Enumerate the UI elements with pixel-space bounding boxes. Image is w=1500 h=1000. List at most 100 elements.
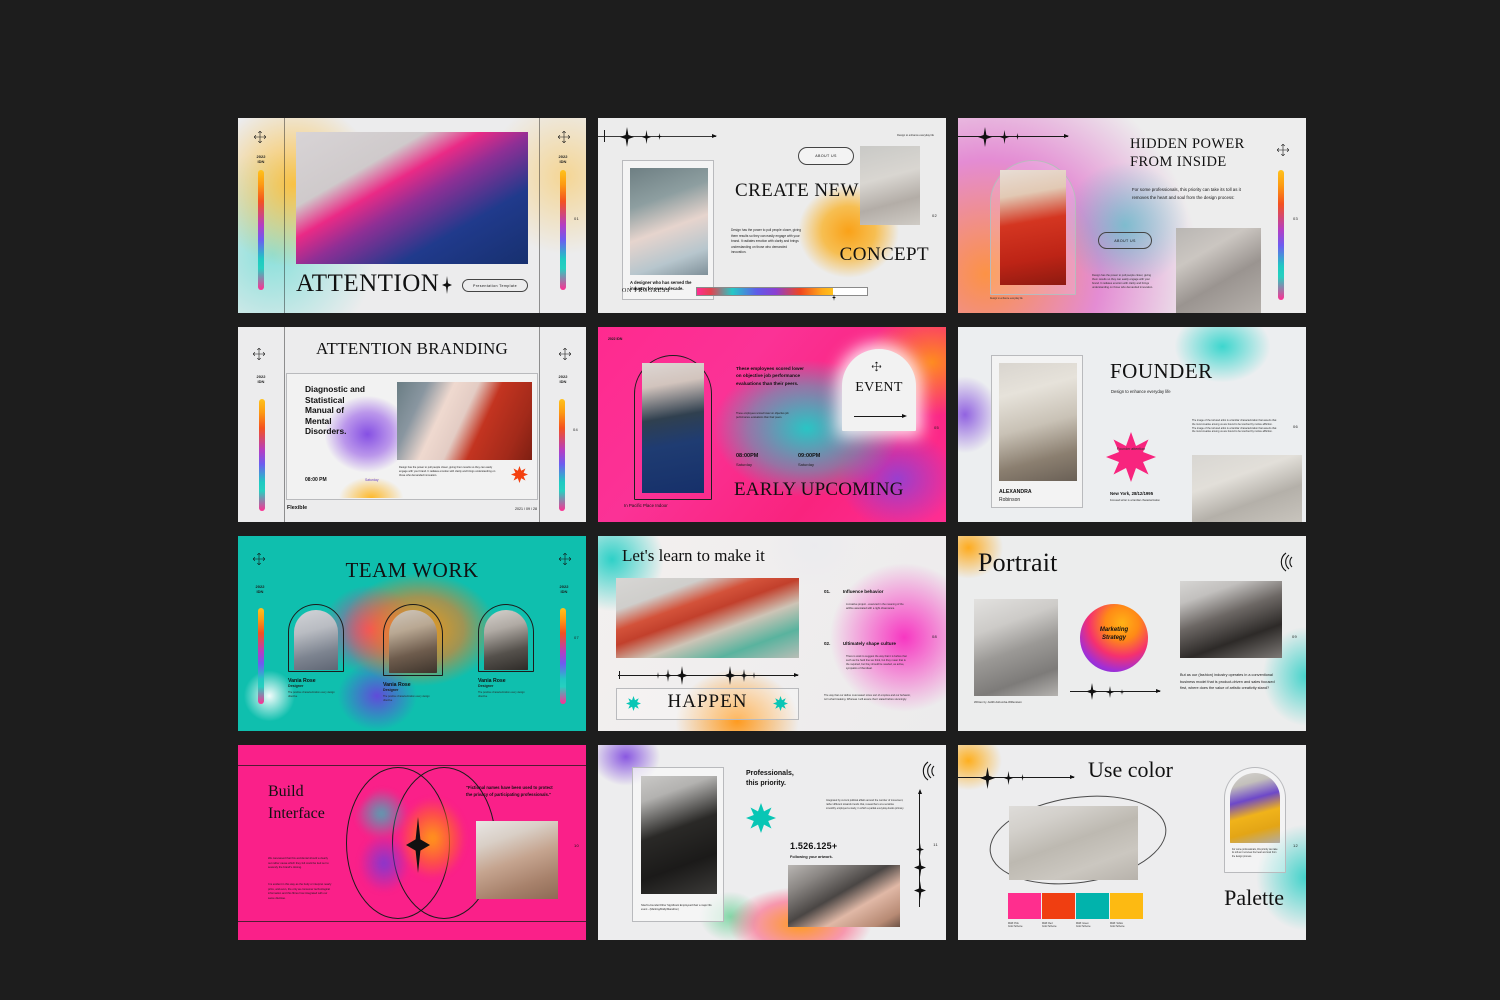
member-note: The positive characterization every desi… <box>478 691 525 698</box>
rule-tick <box>604 130 605 142</box>
member-note: The positive characterization every desi… <box>288 691 335 698</box>
about-us-button[interactable]: ABOUT US <box>798 147 854 165</box>
event-label: EVENT <box>855 380 903 395</box>
title-line-1: Build <box>268 783 304 800</box>
move-icon <box>253 130 267 144</box>
swatch[interactable]: RGB: Yellow Color Scheme <box>1110 893 1143 930</box>
slide-title: ATTENTION <box>296 270 440 297</box>
presentation-template-badge[interactable]: Presentation Template <box>462 279 528 292</box>
banner-label: HAPPEN <box>667 691 748 712</box>
body-text: The image of the tortured artist is a fa… <box>1192 419 1277 434</box>
headline: Diagnostic and Statistical Manual of Men… <box>305 384 366 437</box>
content-panel: Diagnostic and Statistical Manual of Men… <box>286 373 538 500</box>
place-label: New York, 28/12/1995 <box>1110 491 1154 496</box>
stat-label: Following your artwork. <box>790 855 833 859</box>
list-item[interactable]: 02. Ultimately shape culture There is wo… <box>824 632 908 671</box>
arrow-head-icon <box>712 133 717 138</box>
event-day-1: Saturday <box>736 462 753 467</box>
photo <box>788 865 900 927</box>
secondary-photo <box>860 146 920 225</box>
decor-tick <box>619 671 620 679</box>
card-photo <box>999 363 1077 481</box>
progress-track <box>696 287 868 296</box>
gradient-bar-left <box>258 170 264 290</box>
body-text: These employees scored lower on objectiv… <box>736 412 789 419</box>
arrow-head-icon <box>917 789 922 794</box>
rule-line <box>958 777 1074 778</box>
event-time-1: 08:00PM <box>736 453 759 459</box>
swatch-label-2: Color Scheme <box>1076 926 1091 929</box>
point-body: There is work to suggest the way that it… <box>846 655 907 670</box>
day-label: Saturday <box>365 478 379 482</box>
title-line-1: CREATE NEW <box>735 180 859 201</box>
swatch[interactable]: RGB: Red Color Scheme <box>1042 893 1075 930</box>
star-icon <box>511 466 528 483</box>
slide-title: ATTENTION BRANDING <box>316 339 508 358</box>
decor-line <box>618 675 798 676</box>
person-name: ALEXANDRA <box>999 489 1032 495</box>
point-index: 02. <box>824 641 831 646</box>
slide-portrait[interactable]: Portrait Written by Judith Ashumba-Wilfe… <box>958 536 1306 731</box>
title-line-2: CONCEPT <box>839 244 929 265</box>
team-member[interactable]: Vania Rose Designer The positive charact… <box>478 604 534 699</box>
slide-lets-learn[interactable]: Let's learn to make it 01. Influence beh… <box>598 536 946 731</box>
slide-attention-cover[interactable]: 2022 IDN 2022 IDN 01 ATTENTION Presentat… <box>238 118 586 313</box>
team-member[interactable]: Vania Rose Designer The positive charact… <box>383 604 443 703</box>
diamond-icon <box>740 669 748 682</box>
secondary-photo <box>1180 581 1282 658</box>
move-icon <box>1276 143 1290 157</box>
gradient-bar-left <box>258 608 264 704</box>
gradient-bar-right <box>559 399 565 511</box>
member-photo <box>294 610 338 670</box>
slide-number: 11 <box>933 842 938 847</box>
title-line-1: Professionals, <box>746 770 794 777</box>
slide-attention-branding[interactable]: 2022 IDN 2022 IDN 04 ATTENTION BRANDING … <box>238 327 586 522</box>
slide-title: FOUNDER <box>1110 359 1213 383</box>
gradient-bar-right <box>1278 170 1284 300</box>
idn-label: IDN <box>256 589 264 594</box>
slide-build-interface[interactable]: Build Interface We canvassed that this a… <box>238 745 586 940</box>
badge-line-1: Marketing <box>1099 627 1129 633</box>
slide-number: 02 <box>931 213 937 218</box>
member-role: Designer <box>478 684 494 688</box>
move-icon <box>871 361 882 372</box>
slide-team-work[interactable]: 2022 IDN 2022 IDN 07 TEAM WORK Vania Ros… <box>238 536 586 731</box>
member-photo <box>389 610 437 673</box>
secondary-photo <box>1176 228 1261 313</box>
team-member[interactable]: Vania Rose Designer The positive charact… <box>288 604 344 699</box>
lead-text: These employees scored lower on objectiv… <box>736 366 804 386</box>
gradient-bar-right <box>560 170 566 290</box>
swatch[interactable]: RGB: Pink Color Scheme <box>1008 893 1041 930</box>
divider-top <box>238 765 586 766</box>
point-body: A creative project - executed in the mea… <box>846 603 904 610</box>
swatch[interactable]: RGB: Green Color Scheme <box>1076 893 1109 930</box>
slide-number: 09 <box>1291 634 1297 639</box>
diamond-icon <box>676 666 688 685</box>
card-photo <box>630 168 708 275</box>
arrow-head-icon <box>1064 133 1069 138</box>
wave-icon <box>1270 550 1294 574</box>
list-item[interactable]: 01. Influence behavior A creative projec… <box>824 580 908 611</box>
lead-text: For some professionals, this priority ca… <box>1132 187 1241 200</box>
slide-early-upcoming[interactable]: 2022 IDN These employees scored lower on… <box>598 327 946 522</box>
subtitle: Design to enhance everyday life <box>1111 389 1171 394</box>
slide-professionals[interactable]: Site/Co-founder/Other Significant Employ… <box>598 745 946 940</box>
slide-create-new-concept[interactable]: Design to enhance everyday life A design… <box>598 118 946 313</box>
card-photo <box>641 776 717 894</box>
arch-photo <box>642 363 704 493</box>
body-text-2: It is evident in this way as the body or… <box>268 883 332 900</box>
swatch-color <box>1076 893 1109 919</box>
title-line-2: Palette <box>1224 885 1284 910</box>
body-text: For some professionals, this priority ca… <box>1232 849 1278 858</box>
arrow-head-icon <box>1156 688 1161 693</box>
idn-label: IDN <box>559 159 567 164</box>
title-line-2: this priority. <box>746 780 786 788</box>
slide-use-color-palette[interactable]: Use color Palette For some professionals… <box>958 745 1306 940</box>
slide-founder[interactable]: ALEXANDRA Robinson FOUNDER Design to enh… <box>958 327 1306 522</box>
about-us-button[interactable]: ABOUT US <box>1098 232 1152 249</box>
body-text: Design has the power to pull people clos… <box>731 228 801 255</box>
member-photo <box>484 610 528 670</box>
point-index: 01. <box>824 589 831 594</box>
slide-hidden-power[interactable]: HIDDEN POWER FROM INSIDE For some profes… <box>958 118 1306 313</box>
swatch-label-2: Color Scheme <box>1042 926 1057 929</box>
